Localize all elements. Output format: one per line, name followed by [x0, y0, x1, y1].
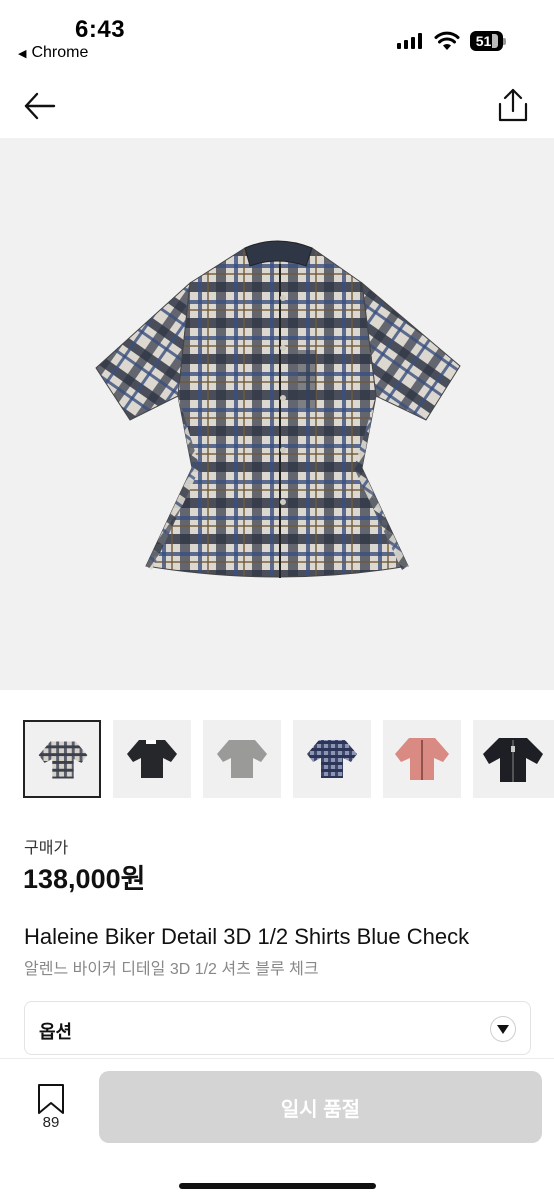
cellular-signal-icon	[397, 33, 422, 49]
thumbnail-navy-check[interactable]	[293, 720, 371, 798]
share-icon[interactable]	[494, 86, 532, 126]
status-bar: 6:43 ◀ Chrome 51	[0, 0, 554, 70]
shirt-illustration	[95, 240, 461, 578]
thumbnail-pink[interactable]	[383, 720, 461, 798]
home-indicator	[179, 1183, 376, 1189]
bottom-action-bar: 89 일시 품절	[0, 1058, 554, 1200]
chevron-down-icon[interactable]	[490, 1016, 516, 1042]
thumbnail-strip	[0, 690, 554, 812]
status-time: 6:43	[75, 16, 126, 43]
wifi-icon	[434, 31, 460, 50]
thumbnail-black[interactable]	[113, 720, 191, 798]
thumbnail-grey[interactable]	[203, 720, 281, 798]
sold-out-button[interactable]: 일시 품절	[99, 1071, 542, 1143]
bookmark-icon[interactable]	[36, 1083, 66, 1115]
bookmark-count: 89	[42, 1114, 60, 1131]
back-arrow-icon[interactable]	[22, 88, 58, 124]
thumbnail-blue-check[interactable]	[23, 720, 101, 798]
option-select[interactable]: 옵션	[24, 1001, 531, 1055]
back-triangle-icon: ◀	[18, 47, 27, 60]
product-title-en: Haleine Biker Detail 3D 1/2 Shirts Blue …	[24, 924, 470, 949]
back-to-app-link[interactable]: ◀ Chrome	[18, 44, 88, 62]
product-title-ko: 알렌느 바이커 디테일 3D 1/2 셔츠 블루 체크	[24, 961, 319, 978]
price-value: 138,000원	[23, 864, 146, 894]
product-main-image[interactable]	[0, 138, 554, 690]
battery-icon: 51	[470, 31, 506, 51]
back-app-label: Chrome	[31, 44, 89, 61]
price-label: 구매가	[24, 840, 69, 857]
battery-level: 51	[475, 33, 492, 49]
option-label: 옵션	[39, 1022, 73, 1042]
thumbnail-black-zip[interactable]	[473, 720, 554, 798]
